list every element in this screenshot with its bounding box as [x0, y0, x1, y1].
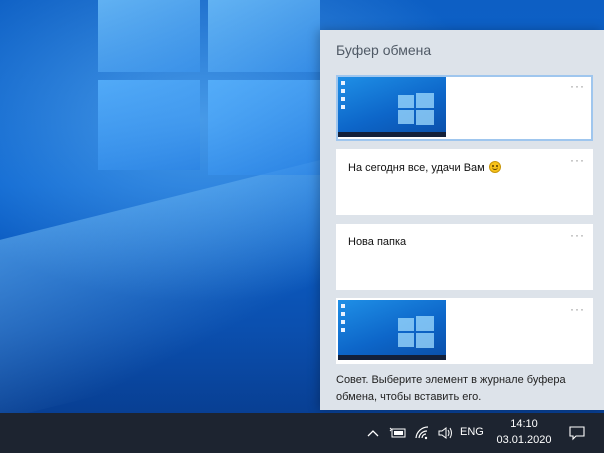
windows-logo-pane: [98, 0, 200, 72]
taskbar: ENG 14:10 03.01.2020: [0, 413, 604, 453]
clipboard-item-label: На сегодня все, удачи Вам: [348, 161, 501, 174]
action-center-icon[interactable]: [564, 413, 590, 453]
more-options-icon[interactable]: ···: [570, 153, 585, 167]
windows-logo-pane: [208, 0, 320, 72]
smiling-face-icon: [488, 161, 501, 173]
language-indicator[interactable]: ENG: [460, 426, 484, 438]
tip-text: Совет. Выберите элемент в журнале буфера…: [336, 374, 566, 403]
more-options-icon[interactable]: ···: [570, 79, 585, 93]
more-options-icon[interactable]: ···: [570, 302, 585, 316]
clipboard-item-label: Нова папка: [348, 236, 407, 248]
clipboard-item-text[interactable]: Нова папка ···: [336, 224, 593, 290]
clipboard-item-image[interactable]: ···: [336, 75, 593, 141]
volume-icon[interactable]: [435, 413, 455, 453]
clock-time: 14:10: [510, 418, 538, 430]
clipboard-item-text-value: На сегодня все, удачи Вам: [348, 162, 485, 174]
wifi-icon[interactable]: [412, 413, 432, 453]
clipboard-item-image[interactable]: ···: [336, 298, 593, 364]
screenshot-thumbnail: [338, 300, 446, 360]
screenshot-thumbnail: [338, 77, 446, 137]
chevron-up-icon[interactable]: [364, 413, 382, 453]
clipboard-item-text[interactable]: На сегодня все, удачи Вам ···: [336, 149, 593, 215]
windows-logo-pane: [98, 80, 200, 170]
windows-logo-pane: [208, 80, 320, 175]
panel-title: Буфер обмена: [336, 42, 432, 58]
clock[interactable]: 14:10 03.01.2020: [494, 416, 554, 448]
more-options-icon[interactable]: ···: [570, 228, 585, 242]
battery-icon[interactable]: [387, 413, 409, 453]
clock-date: 03.01.2020: [496, 434, 552, 446]
clipboard-panel: Буфер обмена ··· На сегодня все, удачи В…: [320, 30, 604, 410]
